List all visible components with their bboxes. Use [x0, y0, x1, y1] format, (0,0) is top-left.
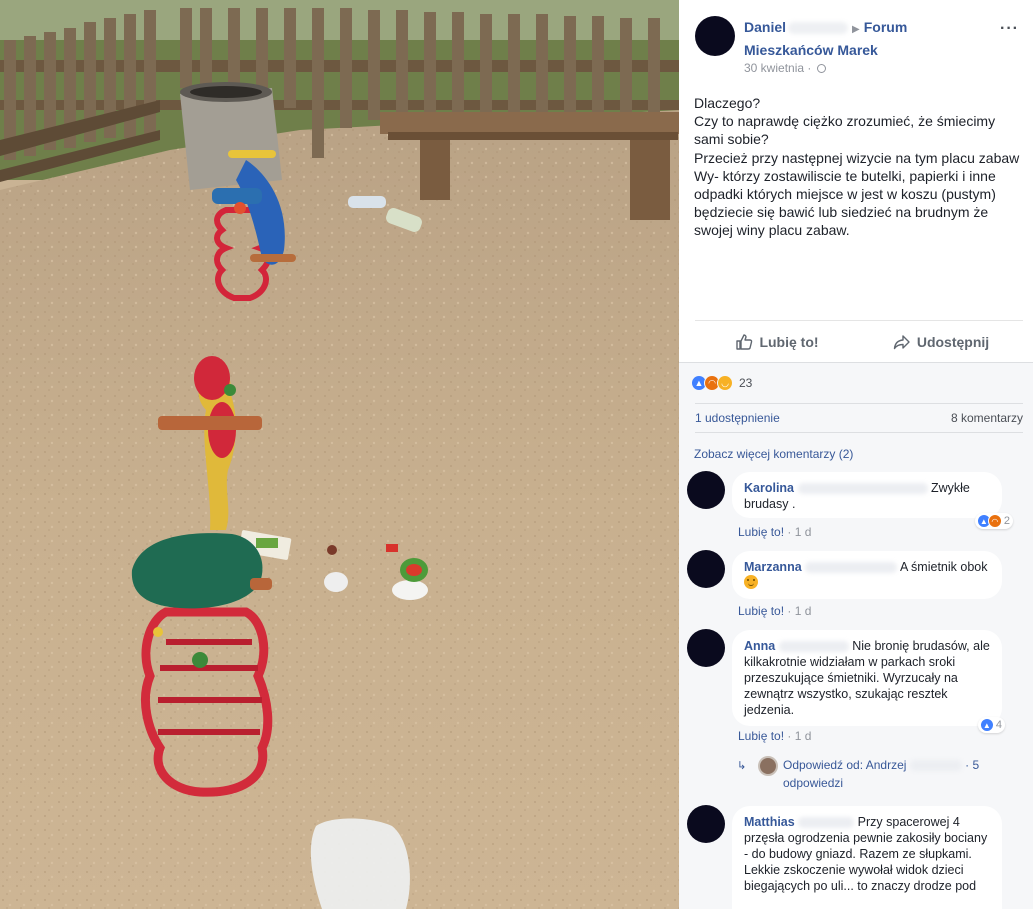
post-date[interactable]: 30 kwietnia: [744, 61, 804, 75]
post-photo[interactable]: [0, 0, 679, 909]
author-avatar[interactable]: [695, 16, 735, 56]
comment-like-link[interactable]: Lubię to!: [738, 525, 784, 539]
comment-like-link[interactable]: Lubię to!: [738, 729, 784, 743]
reply-arrow-icon: ↳: [737, 760, 747, 772]
comment: Matthias Przy spacerowej 4 przęsła ogrod…: [687, 805, 1017, 909]
like-label: Lubię to!: [759, 333, 819, 350]
reply-author-text: Odpowiedź od: Andrzej: [783, 758, 907, 772]
comment-age[interactable]: 1 d: [795, 525, 812, 539]
comment-bubble: Matthias Przy spacerowej 4 przęsła ogrod…: [732, 806, 1002, 909]
reactions-summary[interactable]: ▲ ◠ ◡ 23: [691, 373, 752, 393]
comment-meta: Lubię to! · 1 d: [738, 729, 811, 743]
comment: Karolina Zwykłe brudasy . ▲ ◠ 2 Lubię to…: [687, 471, 1017, 539]
commenter-name[interactable]: Anna: [744, 639, 775, 653]
author-name[interactable]: Daniel: [744, 19, 786, 35]
comment-reactions[interactable]: ▲ 4: [977, 717, 1005, 733]
commenter-name[interactable]: Karolina: [744, 481, 794, 495]
commenter-avatar[interactable]: [687, 471, 725, 509]
post-action-bar: Lubię to! Udostępnij: [695, 320, 1023, 362]
comment-age[interactable]: 1 d: [795, 729, 812, 743]
meta-separator: ·: [807, 61, 812, 75]
view-more-comments-link[interactable]: Zobacz więcej komentarzy (2): [694, 447, 853, 461]
share-comment-stats: 1 udostępnienie 8 komentarzy: [695, 403, 1023, 433]
author-name-redacted: [788, 22, 849, 35]
comment-reaction-count: 2: [1003, 515, 1010, 527]
post-meta: 30 kwietnia ·: [744, 61, 974, 75]
commenter-name-redacted: [805, 562, 898, 574]
commenter-avatar[interactable]: [687, 550, 725, 588]
commenter-avatar[interactable]: [687, 805, 725, 843]
like-button[interactable]: Lubię to!: [695, 321, 859, 362]
shares-count[interactable]: 1 udostępnienie: [695, 411, 780, 425]
globe-icon[interactable]: [816, 64, 826, 73]
comment-meta: Lubię to! · 1 d: [738, 604, 811, 618]
comment-bubble: Marzanna A śmietnik obok: [732, 551, 1002, 599]
shared-to-arrow-icon: ▶: [852, 24, 860, 35]
post-header: Daniel ▶ Forum Mieszkańców Marek 30 kwietn…: [695, 16, 1025, 80]
replier-avatar: [758, 756, 778, 776]
sad-reaction-icon: ◡: [717, 375, 733, 391]
commenter-avatar[interactable]: [687, 629, 725, 667]
meta-separator: ·: [787, 525, 792, 539]
post-line: Dlaczego?: [694, 95, 761, 111]
post-line: Czy to naprawdę ciężko zrozumieć, że śmi…: [694, 113, 996, 148]
more-options-icon[interactable]: ···: [1000, 20, 1019, 38]
post-header-text: Daniel ▶ Forum Mieszkańców Marek 30 kwietn…: [744, 17, 974, 75]
comment-bubble: Karolina Zwykłe brudasy .: [732, 472, 1002, 518]
feedback-section: ▲ ◠ ◡ 23 1 udostępnienie 8 komentarzy Zo…: [679, 362, 1033, 909]
commenter-name[interactable]: Marzanna: [744, 560, 802, 574]
playground-photo: [0, 0, 679, 909]
comment-age[interactable]: 1 d: [795, 604, 812, 618]
comment-reactions[interactable]: ▲ ◠ 2: [974, 513, 1013, 529]
comments-count[interactable]: 8 komentarzy: [951, 411, 1023, 425]
thumbs-up-icon: [736, 333, 753, 350]
post-line: Przecież przy następnej wizycie na tym p…: [694, 149, 1020, 239]
share-label: Udostępnij: [916, 333, 990, 350]
comment-bubble: Anna Nie bronię brudasów, ale kilkakrotn…: [732, 630, 1002, 726]
reaction-count: 23: [739, 376, 753, 390]
meta-separator: ·: [787, 729, 792, 743]
author-line: Daniel ▶ Forum Mieszkańców Marek: [744, 17, 974, 60]
share-button[interactable]: Udostępnij: [859, 321, 1023, 362]
post-side-panel: Daniel ▶ Forum Mieszkańców Marek 30 kwietn…: [679, 0, 1033, 909]
like-reaction-icon: ▲: [979, 718, 994, 732]
commenter-name-redacted: [778, 641, 849, 653]
commenter-name-redacted: [797, 483, 928, 495]
comment-meta: Lubię to! · 1 d: [738, 525, 811, 539]
smile-emoji-icon: [744, 575, 758, 589]
meta-separator: ·: [787, 604, 792, 618]
post-body: Dlaczego? Czy to naprawdę ciężko zrozumi…: [694, 94, 1026, 240]
comment-text-continued: Lekkie zskoczenie wywołał widok dzieci b…: [744, 863, 977, 893]
angry-reaction-icon: ◠: [987, 514, 1002, 528]
replies-summary: Odpowiedź od: Andrzej · 5 odpowiedzi: [783, 756, 993, 792]
comment-text: A śmietnik obok: [899, 560, 988, 574]
reply-author-redacted: [909, 760, 962, 772]
comment-like-link[interactable]: Lubię to!: [738, 604, 784, 618]
commenter-name-redacted: [798, 817, 855, 829]
comment: Marzanna A śmietnik obok Lubię to! · 1 d: [687, 550, 1017, 618]
commenter-name[interactable]: Matthias: [744, 815, 795, 829]
share-arrow-icon: [893, 334, 910, 349]
comment-reaction-count: 4: [995, 719, 1002, 731]
